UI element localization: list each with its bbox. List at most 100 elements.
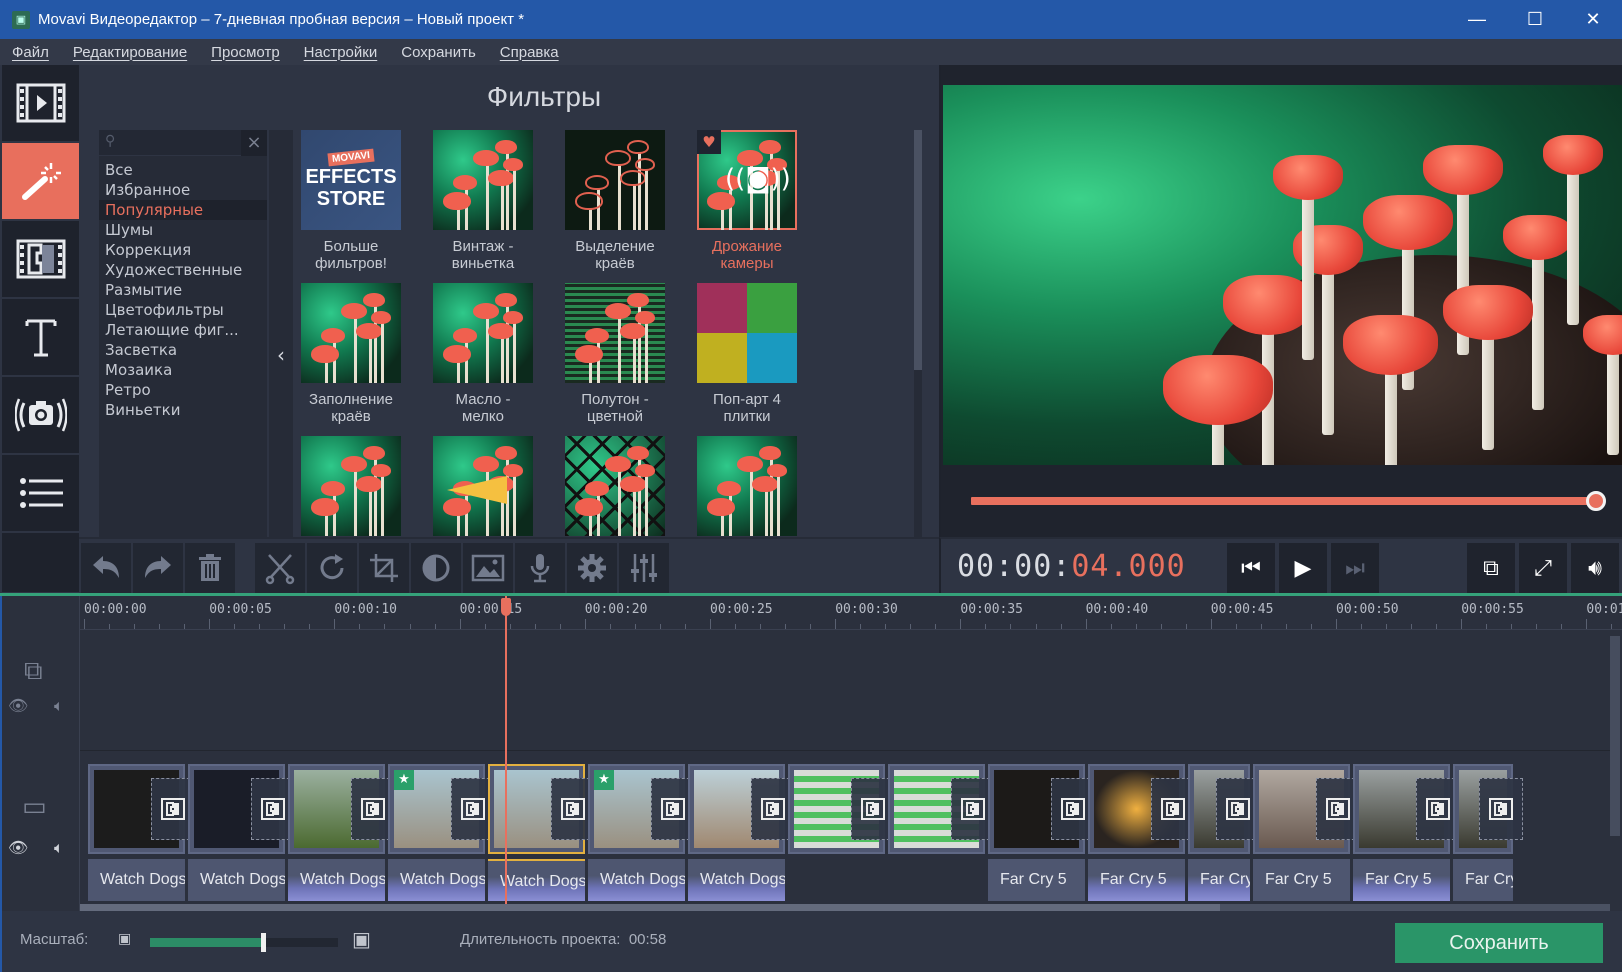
filter-thumbnail[interactable] [697, 283, 797, 383]
fullscreen-button[interactable]: ⤢ [1519, 543, 1567, 593]
redo-button[interactable] [133, 543, 183, 593]
clip-audio-label[interactable]: Far Cry 5 [1453, 859, 1513, 901]
filter-tile[interactable]: Винтаж - виньетка [433, 130, 533, 272]
close-button[interactable]: ✕ [1564, 0, 1622, 39]
filter-thumbnail[interactable] [565, 436, 665, 536]
category-item[interactable]: Шумы [99, 220, 267, 240]
overlay-visibility-icon[interactable]: 👁︎ [8, 696, 28, 715]
filter-tile[interactable]: Масло - мелко [433, 283, 533, 425]
clip-audio-label[interactable]: Far Cry 5 [1253, 859, 1350, 901]
crop-button[interactable] [359, 543, 409, 593]
collapse-categories-button[interactable]: ‹ [269, 130, 293, 580]
menu-settings[interactable]: Настройки [292, 44, 390, 61]
video-mute-icon[interactable]: 🔈︎ [54, 838, 64, 858]
filter-thumbnail[interactable] [433, 130, 533, 230]
clip-audio-label[interactable]: Far Cry 5 [1188, 859, 1250, 901]
tool-transitions[interactable] [2, 221, 79, 299]
clip-audio-label[interactable]: Watch Dogs [488, 859, 585, 901]
tool-import-media[interactable] [2, 65, 79, 143]
filter-thumbnail[interactable]: MOVAVI EFFECTS STORE [301, 130, 401, 230]
image-button[interactable] [463, 543, 513, 593]
filter-tile[interactable] [301, 436, 401, 536]
filter-thumbnail[interactable]: ♥ ((◙)) [697, 130, 797, 230]
split-button[interactable] [255, 543, 305, 593]
filter-thumbnail[interactable] [565, 283, 665, 383]
playhead-handle[interactable] [500, 598, 511, 616]
category-item[interactable]: Избранное [99, 180, 267, 200]
filter-tile[interactable]: Полутон - цветной [565, 283, 665, 425]
record-audio-button[interactable] [515, 543, 565, 593]
video-track[interactable]: Watch Dogs Watch Dogs Watch Dogs ★ Watch Dog… [80, 754, 1610, 904]
filter-thumbnail[interactable] [433, 436, 533, 536]
filter-thumbnail[interactable] [301, 436, 401, 536]
minimize-button[interactable]: — [1448, 0, 1506, 39]
category-item[interactable]: Цветофильтры [99, 300, 267, 320]
tool-filters[interactable] [2, 143, 79, 221]
clip-audio-label[interactable]: Watch Dogs [188, 859, 285, 901]
category-item[interactable]: Ретро [99, 380, 267, 400]
previous-frame-button[interactable]: ⏮︎ [1227, 543, 1275, 593]
timeline-vertical-scrollbar[interactable] [1610, 636, 1620, 896]
save-button[interactable]: Сохранить [1395, 923, 1603, 963]
transition-marker[interactable] [1479, 778, 1523, 840]
favorite-heart-icon[interactable]: ♥ [697, 130, 721, 154]
timeline-scale-slider[interactable] [150, 933, 338, 952]
filter-tile[interactable]: ♥ ((◙)) Дрожание камеры [697, 130, 797, 272]
category-item[interactable]: Популярные [99, 200, 267, 220]
menu-view[interactable]: Просмотр [199, 44, 292, 61]
filter-thumbnail[interactable] [697, 436, 797, 536]
category-item[interactable]: Все [99, 160, 267, 180]
rotate-button[interactable] [307, 543, 357, 593]
menu-edit[interactable]: Редактирование [61, 44, 199, 61]
filter-search-input[interactable]: ⚲ × [99, 130, 267, 156]
tool-titles[interactable] [2, 299, 79, 377]
scrollbar-thumb[interactable] [1610, 636, 1620, 836]
overlay-track[interactable] [80, 636, 1610, 751]
menu-save[interactable]: Сохранить [389, 44, 488, 61]
menu-file[interactable]: Файл [0, 44, 61, 61]
playhead[interactable] [500, 596, 511, 906]
video-visibility-icon[interactable]: 👁︎ [8, 838, 28, 857]
clear-search-button[interactable]: × [241, 130, 267, 156]
color-adjust-button[interactable] [411, 543, 461, 593]
category-item[interactable]: Художественные [99, 260, 267, 280]
category-item[interactable]: Летающие фиг... [99, 320, 267, 340]
filter-tile[interactable]: Поп-арт 4 плитки [697, 283, 797, 425]
filter-tile[interactable]: Заполнение краёв [301, 283, 401, 425]
category-item[interactable]: Размытие [99, 280, 267, 300]
preview-seek-bar[interactable] [971, 491, 1606, 511]
scale-handle[interactable] [260, 933, 266, 952]
tool-more[interactable] [2, 455, 79, 533]
clip-audio-label[interactable]: Watch Dogs [88, 859, 185, 901]
category-item[interactable]: Мозаика [99, 360, 267, 380]
zoom-in-icon[interactable]: ▣ [352, 927, 371, 951]
play-button[interactable]: ▶ [1279, 543, 1327, 593]
category-item[interactable]: Виньетки [99, 400, 267, 420]
filter-thumbnail[interactable] [301, 283, 401, 383]
filter-tile[interactable] [433, 436, 533, 536]
next-frame-button[interactable]: ⏭︎ [1331, 543, 1379, 593]
filter-tile[interactable]: Выделение краёв [565, 130, 665, 272]
clip-audio-label[interactable]: Far Cry 5 [988, 859, 1085, 901]
scrollbar-thumb[interactable] [914, 130, 922, 370]
maximize-button[interactable]: ☐ [1506, 0, 1564, 39]
volume-button[interactable]: 🔊︎ [1571, 543, 1619, 593]
tool-stickers[interactable] [2, 377, 79, 455]
overlay-mute-icon[interactable]: 🔈︎ [54, 696, 64, 716]
preview-frame[interactable] [943, 85, 1622, 465]
filter-tile[interactable]: MOVAVI EFFECTS STORE Больше фильтров! [301, 130, 401, 272]
delete-button[interactable] [185, 543, 235, 593]
filter-tile[interactable] [565, 436, 665, 536]
undo-button[interactable] [81, 543, 131, 593]
filter-tile[interactable] [697, 436, 797, 536]
filter-thumbnail[interactable] [433, 283, 533, 383]
time-ruler[interactable]: 00:00:00 00:00:05 00:00:10 00:00:15 00:00:20… [80, 596, 1622, 630]
filter-thumbnail[interactable] [565, 130, 665, 230]
detach-preview-button[interactable]: ⧉ [1467, 543, 1515, 593]
zoom-out-icon[interactable]: ▣ [118, 931, 131, 947]
filter-scrollbar[interactable] [914, 130, 922, 580]
clip-audio-label[interactable]: Watch Dogs [288, 859, 385, 901]
seek-handle[interactable] [1586, 491, 1606, 511]
clip-audio-label[interactable]: Watch Dogs [688, 859, 785, 901]
clip-properties-button[interactable] [567, 543, 617, 593]
